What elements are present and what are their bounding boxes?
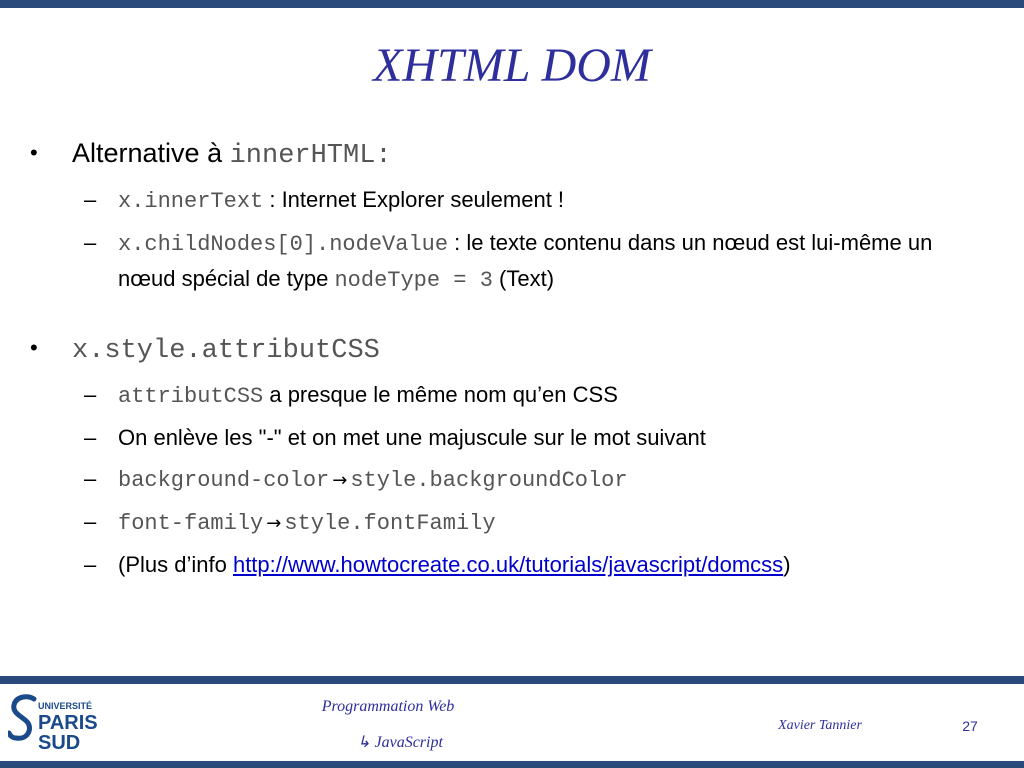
bullet-text: Alternative à [72, 138, 230, 168]
code-innerhtml: innerHTML [229, 141, 376, 171]
code-childnodes: x.childNodes[0].nodeValue [118, 232, 449, 257]
bottom-divider [0, 761, 1024, 768]
footer-topic-label: JavaScript [370, 734, 443, 751]
code-attributcss: attributCSS [118, 384, 264, 409]
logo-line-sud: SUD [38, 732, 80, 753]
subitem-font-family: – font-family → style.fontFamily [30, 505, 990, 541]
subitem-text: On enlève les "-" et on met une majuscul… [118, 425, 706, 450]
slide-title: XHTML DOM [373, 39, 651, 92]
dash-icon: – [84, 382, 97, 407]
arrow-hook-icon: ↳ [357, 734, 371, 751]
right-arrow-icon: → [266, 513, 282, 534]
page-number: 27 [962, 718, 978, 734]
code-style-fontfamily: style.fontFamily [284, 511, 496, 536]
bullet-item-alternative: • Alternative à innerHTML: [30, 133, 990, 176]
dash-icon: – [84, 425, 97, 450]
bullet-icon: • [30, 335, 38, 360]
code-background-color: background-color [118, 468, 330, 493]
dash-icon: – [84, 230, 97, 255]
footer-author: Xavier Tannier [778, 718, 862, 733]
subitem-attributcss: – attributCSS a presque le même nom qu’en… [30, 378, 990, 414]
subitem-text-end: (Text) [492, 266, 555, 291]
code-style-backgroundcolor: style.backgroundColor [350, 468, 628, 493]
dash-icon: – [84, 552, 97, 577]
universite-paris-sud-logo: UNIVERSITÉ PARIS SUD [8, 694, 98, 753]
domcss-link[interactable]: http://www.howtocreate.co.uk/tutorials/j… [233, 552, 783, 577]
bullet-item-style: • x.style.attributCSS [30, 328, 990, 371]
dash-icon: – [84, 466, 97, 491]
slide-content: • Alternative à innerHTML: – x.innerText :… [30, 133, 990, 582]
dash-icon: – [84, 187, 97, 212]
code-nodetype: nodeType = 3 [334, 268, 493, 293]
footer-topic: ↳ JavaScript [300, 732, 500, 752]
subitem-text: a presque le même nom qu’en CSS [263, 382, 618, 407]
code-style-attribut: x.style.attributCSS [72, 336, 380, 366]
logo-line-universite: UNIVERSITÉ [38, 701, 92, 711]
right-arrow-icon: → [332, 470, 348, 491]
subitem-childnodes: – x.childNodes[0].nodeValue : le texte co… [30, 226, 990, 298]
subitem-text: (Plus d’info [118, 552, 233, 577]
subitem-innertext: – x.innerText : Internet Explorer seuleme… [30, 183, 990, 219]
code-innertext: x.innerText [118, 189, 264, 214]
subitem-text: : Internet Explorer seulement ! [263, 187, 565, 212]
subitem-majuscule: – On enlève les "-" et on met une majuscu… [30, 421, 990, 455]
footer-divider [0, 676, 1024, 684]
code-font-family: font-family [118, 511, 264, 536]
logo-s-icon [8, 694, 37, 741]
subitem-background-color: – background-color → style.backgroundColor [30, 462, 990, 498]
bullet-suffix: : [375, 141, 392, 171]
bullet-icon: • [30, 140, 38, 165]
dash-icon: – [84, 509, 97, 534]
top-divider [0, 0, 1024, 8]
footer-course: Programmation Web [321, 698, 455, 715]
subitem-more-info: – (Plus d’info http://www.howtocreate.co.… [30, 548, 990, 582]
subitem-text-end: ) [783, 552, 791, 577]
logo-line-paris: PARIS [38, 712, 98, 734]
